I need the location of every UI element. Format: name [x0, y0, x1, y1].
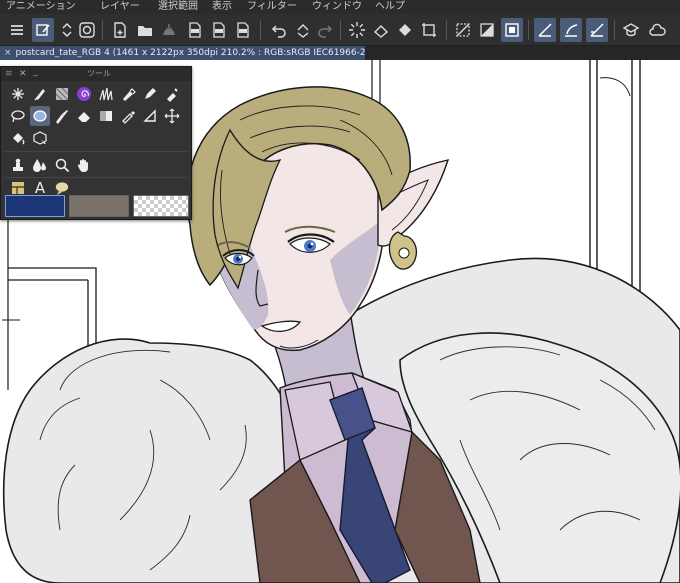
eraser-tool-icon[interactable] — [74, 106, 94, 126]
toolbar-separator — [340, 20, 341, 40]
toolbar-separator — [260, 20, 261, 40]
figure-tool-icon[interactable] — [140, 106, 160, 126]
airbrush-tool-icon[interactable] — [162, 84, 182, 104]
toolbar-separator — [528, 20, 529, 40]
export-png-icon[interactable] — [208, 18, 230, 42]
tone-tool-icon[interactable] — [52, 84, 72, 104]
command-bar — [0, 14, 680, 46]
menu-item-animation[interactable]: アニメーション — [6, 0, 76, 14]
cloud-save-icon[interactable] — [158, 18, 180, 42]
menu-item-window[interactable]: ウィンドウ — [312, 0, 362, 14]
cloud-icon[interactable] — [646, 18, 668, 42]
palette-title: ツール — [87, 69, 111, 78]
grass-brush-tool-icon[interactable] — [96, 84, 116, 104]
menu-icon[interactable] — [6, 18, 28, 42]
palette-divider — [5, 151, 187, 152]
menu-item-layer[interactable]: レイヤー — [100, 0, 140, 14]
loading-icon[interactable] — [346, 18, 368, 42]
menu-item-view[interactable]: 表示 — [212, 0, 232, 14]
toolbar-separator — [446, 20, 447, 40]
move-tool-icon[interactable] — [162, 106, 182, 126]
pen-tool-icon[interactable] — [30, 84, 50, 104]
export-jpg-icon[interactable] — [184, 18, 206, 42]
pencil-tool-icon[interactable] — [140, 84, 160, 104]
tool-palette-header[interactable]: ≡ ✕ _ ツール — [1, 67, 191, 81]
earring-hole — [398, 247, 410, 259]
palette-menu-icon[interactable]: ≡ — [5, 67, 13, 81]
magic-wand-tool-icon[interactable] — [8, 84, 28, 104]
eyedropper-tool-icon[interactable] — [118, 106, 138, 126]
document-tab[interactable]: × postcard_tate_RGB 4 (1461 x 2122px 350d… — [0, 46, 365, 60]
tool-palette: ≡ ✕ _ ツール A — [0, 66, 192, 220]
document-tab-bar: × postcard_tate_RGB 4 (1461 x 2122px 350d… — [0, 46, 680, 60]
zoom-tool-icon[interactable] — [52, 155, 72, 175]
stamp-tool-icon[interactable] — [8, 155, 28, 175]
document-title: postcard_tate_RGB 4 (1461 x 2122px 350dp… — [15, 48, 365, 58]
invert-icon[interactable] — [476, 18, 498, 42]
fill-bucket-tool-icon[interactable] — [8, 128, 28, 148]
menu-item-selection[interactable]: 選択範囲 — [158, 0, 198, 14]
crop-icon[interactable] — [418, 18, 440, 42]
redo-alt-icon[interactable] — [314, 18, 336, 42]
hand-tool-icon[interactable] — [74, 155, 94, 175]
blend-tool-icon[interactable] — [30, 155, 50, 175]
undo-icon[interactable] — [268, 18, 290, 42]
snap-grid-icon[interactable] — [586, 18, 608, 42]
export-psd-icon[interactable] — [232, 18, 254, 42]
menu-item-filter[interactable]: フィルター — [247, 0, 297, 14]
redo-icon[interactable] — [292, 18, 314, 42]
sub-tool-icon[interactable] — [32, 18, 54, 42]
transparent-color-swatch[interactable] — [133, 195, 189, 217]
main-color-swatch[interactable] — [5, 195, 65, 217]
spiral-icon[interactable] — [76, 18, 98, 42]
palette-minimize-icon[interactable]: _ — [33, 65, 38, 79]
brush-tool-icon[interactable] — [52, 106, 72, 126]
clear-icon[interactable] — [370, 18, 392, 42]
show-area-icon[interactable] — [501, 18, 523, 42]
swirl-tool-icon[interactable] — [74, 84, 94, 104]
menu-bar: アニメーション レイヤー 選択範囲 表示 フィルター ウィンドウ ヘルプ — [0, 0, 680, 14]
lasso-tool-icon[interactable] — [8, 106, 28, 126]
new-file-icon[interactable] — [109, 18, 131, 42]
snap-special-icon[interactable] — [560, 18, 582, 42]
sub-color-swatch[interactable] — [69, 195, 129, 217]
toolbar-separator — [614, 20, 615, 40]
learn-icon[interactable] — [620, 18, 642, 42]
menu-item-help[interactable]: ヘルプ — [375, 0, 405, 14]
gradient-tool-icon[interactable] — [96, 106, 116, 126]
object-select-tool-icon[interactable] — [30, 128, 50, 148]
palette-close-icon[interactable]: ✕ — [19, 67, 27, 81]
open-folder-icon[interactable] — [134, 18, 156, 42]
fill-icon[interactable] — [394, 18, 416, 42]
toolbar-separator — [102, 20, 103, 40]
lasso-fill-tool-icon[interactable] — [30, 106, 50, 126]
snap-ruler-icon[interactable] — [534, 18, 556, 42]
updown-icon[interactable] — [56, 18, 78, 42]
g-pen-tool-icon[interactable] — [118, 84, 138, 104]
deselect-icon[interactable] — [452, 18, 474, 42]
close-tab-icon[interactable]: × — [4, 48, 12, 58]
